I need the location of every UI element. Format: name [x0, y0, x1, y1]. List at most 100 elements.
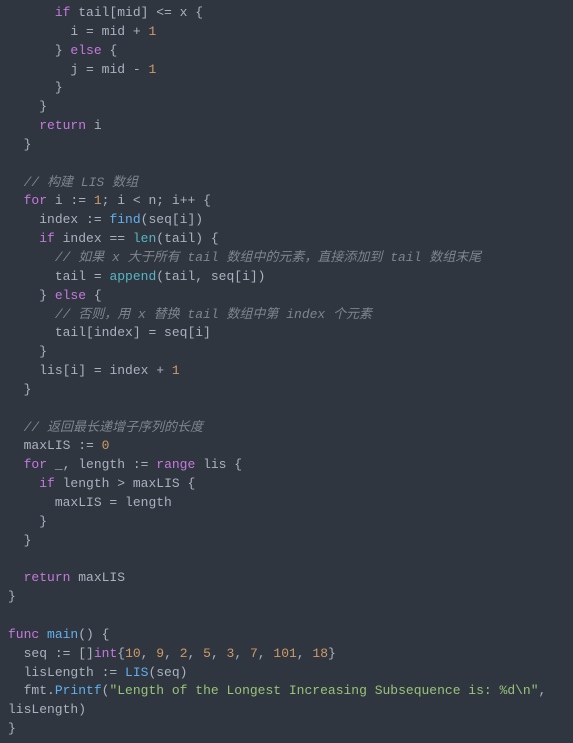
- code-line: }: [8, 588, 565, 607]
- code-line: j = mid - 1: [8, 61, 565, 80]
- code-line: seq := []int{10, 9, 2, 5, 3, 7, 101, 18}: [8, 645, 565, 664]
- code-line: maxLIS := 0: [8, 437, 565, 456]
- code-line: } else {: [8, 287, 565, 306]
- token-plain: i: [86, 118, 102, 133]
- token-number: 0: [102, 438, 110, 453]
- token-plain: (tail) {: [156, 231, 218, 246]
- token-operator: :=: [102, 665, 118, 680]
- token-plain: x {: [172, 5, 203, 20]
- token-operator: <: [133, 193, 141, 208]
- token-operator: >: [117, 476, 125, 491]
- code-line: for i := 1; i < n; i++ {: [8, 192, 565, 211]
- token-plain: maxLIS: [24, 438, 79, 453]
- code-line: tail[index] = seq[i]: [8, 324, 565, 343]
- token-plain: ,: [258, 646, 274, 661]
- token-operator: :=: [55, 646, 71, 661]
- token-plain: {: [195, 193, 211, 208]
- code-line: }: [8, 720, 565, 739]
- token-func-name: main: [47, 627, 78, 642]
- code-line: // 否则，用 x 替换 tail 数组中第 index 个元素: [8, 306, 565, 325]
- token-plain: tail: [55, 269, 94, 284]
- token-builtin: len: [133, 231, 156, 246]
- token-number: 7: [250, 646, 258, 661]
- token-plain: tail[index]: [55, 325, 149, 340]
- token-keyword: range: [156, 457, 195, 472]
- code-line: lisLength): [8, 701, 565, 720]
- token-plain: }: [24, 533, 32, 548]
- token-plain: length: [55, 476, 117, 491]
- code-line: }: [8, 381, 565, 400]
- token-number: 9: [156, 646, 164, 661]
- token-plain: i: [70, 24, 86, 39]
- token-number: 101: [273, 646, 296, 661]
- token-func-name: find: [109, 212, 140, 227]
- token-plain: index: [102, 363, 157, 378]
- token-operator: =: [86, 24, 94, 39]
- token-keyword: else: [55, 288, 86, 303]
- code-line: [8, 607, 565, 626]
- token-plain: i: [47, 193, 70, 208]
- token-plain: }: [39, 288, 55, 303]
- token-keyword: if: [55, 5, 71, 20]
- token-plain: [94, 438, 102, 453]
- token-plain: () {: [78, 627, 109, 642]
- token-plain: maxLIS: [55, 495, 110, 510]
- code-line: lis[i] = index + 1: [8, 362, 565, 381]
- code-line: }: [8, 532, 565, 551]
- token-string: "Length of the Longest Increasing Subseq…: [109, 683, 538, 698]
- token-operator: <=: [156, 5, 172, 20]
- token-plain: index: [39, 212, 86, 227]
- token-comment: // 如果 x 大于所有 tail 数组中的元素，直接添加到 tail 数组末尾: [55, 250, 481, 265]
- code-line: } else {: [8, 42, 565, 61]
- token-plain: lisLength: [24, 665, 102, 680]
- token-plain: }: [39, 514, 47, 529]
- token-plain: j: [70, 62, 86, 77]
- token-comment: // 返回最长递增子序列的长度: [24, 420, 203, 435]
- token-operator: =: [86, 62, 94, 77]
- token-plain: }: [8, 721, 16, 736]
- token-keyword: return: [39, 118, 86, 133]
- token-number: 1: [148, 24, 156, 39]
- token-plain: [117, 665, 125, 680]
- token-number: 18: [312, 646, 328, 661]
- code-line: [8, 155, 565, 174]
- token-plain: lisLength): [8, 702, 86, 717]
- token-plain: {: [102, 43, 118, 58]
- token-number: 1: [172, 363, 180, 378]
- code-line: index := find(seq[i]): [8, 211, 565, 230]
- code-line: // 构建 LIS 数组: [8, 174, 565, 193]
- code-editor[interactable]: if tail[mid] <= x { i = mid + 1 } else {…: [8, 4, 565, 739]
- token-plain: [164, 363, 172, 378]
- token-operator: =: [94, 363, 102, 378]
- token-plain: }: [39, 99, 47, 114]
- code-line: tail = append(tail, seq[i]): [8, 268, 565, 287]
- code-line: }: [8, 98, 565, 117]
- code-line: fmt.Printf("Length of the Longest Increa…: [8, 682, 565, 701]
- token-plain: {: [86, 288, 102, 303]
- token-plain: ,: [164, 646, 180, 661]
- code-line: if length > maxLIS {: [8, 475, 565, 494]
- token-plain: mid: [94, 62, 133, 77]
- token-plain: }: [24, 382, 32, 397]
- code-line: return i: [8, 117, 565, 136]
- token-plain: }: [8, 589, 16, 604]
- token-plain: ,: [297, 646, 313, 661]
- token-operator: +: [133, 24, 141, 39]
- code-line: // 如果 x 大于所有 tail 数组中的元素，直接添加到 tail 数组末尾: [8, 249, 565, 268]
- token-plain: }: [55, 80, 63, 95]
- token-operator: ++: [180, 193, 196, 208]
- token-plain: }: [55, 43, 71, 58]
- token-number: 5: [203, 646, 211, 661]
- code-line: maxLIS = length: [8, 494, 565, 513]
- code-line: // 返回最长递增子序列的长度: [8, 419, 565, 438]
- code-line: if index == len(tail) {: [8, 230, 565, 249]
- token-plain: maxLIS: [70, 570, 125, 585]
- code-block: if tail[mid] <= x { i = mid + 1 } else {…: [8, 4, 565, 739]
- token-comment: // 构建 LIS 数组: [24, 175, 138, 190]
- token-plain: ,: [211, 646, 227, 661]
- token-operator: :=: [86, 212, 102, 227]
- token-operator: :=: [70, 193, 86, 208]
- token-plain: ,: [539, 683, 555, 698]
- token-plain: ,: [234, 646, 250, 661]
- token-number: 2: [180, 646, 188, 661]
